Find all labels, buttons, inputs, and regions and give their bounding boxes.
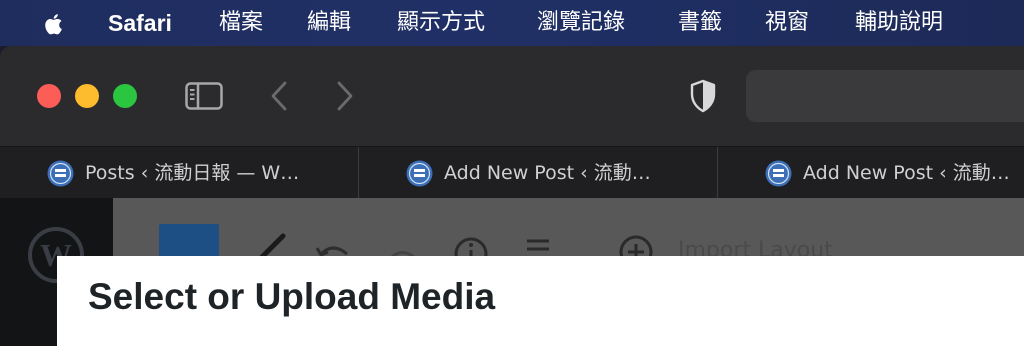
- close-window-button[interactable]: [37, 84, 61, 108]
- list-view-icon[interactable]: [523, 238, 553, 258]
- back-chevron-icon[interactable]: [268, 80, 290, 112]
- sidebar-icon[interactable]: [185, 82, 223, 110]
- maximize-window-button[interactable]: [113, 84, 137, 108]
- menu-bar: Safari 檔案 編輯 顯示方式 瀏覽記錄 書籤 視窗 輔助說明: [0, 0, 1024, 46]
- site-favicon-icon: [765, 160, 792, 187]
- media-modal: Select or Upload Media: [57, 256, 1024, 346]
- menu-view[interactable]: 顯示方式: [397, 0, 485, 46]
- menu-history[interactable]: 瀏覽記錄: [537, 0, 625, 46]
- tab-title: Add New Post ‹ 流動…: [444, 162, 651, 184]
- menu-window[interactable]: 視窗: [765, 0, 809, 46]
- minimize-window-button[interactable]: [75, 84, 99, 108]
- menu-bookmarks[interactable]: 書籤: [678, 0, 722, 46]
- site-favicon-icon: [47, 160, 74, 187]
- tab-title: Add New Post ‹ 流動…: [803, 162, 1010, 184]
- tab-add-new-post[interactable]: Add New Post ‹ 流動…: [358, 147, 717, 199]
- menu-help[interactable]: 輔助說明: [855, 0, 943, 46]
- tab-title: Posts ‹ 流動日報 — W…: [85, 162, 300, 184]
- privacy-shield-icon[interactable]: [689, 79, 717, 113]
- menu-file[interactable]: 檔案: [219, 0, 263, 46]
- tab-bar: Posts ‹ 流動日報 — W… Add New Post ‹ 流動… Add…: [0, 146, 1024, 199]
- address-bar[interactable]: [746, 70, 1024, 122]
- site-favicon-icon: [406, 160, 433, 187]
- modal-title: Select or Upload Media: [88, 276, 496, 317]
- tab-posts[interactable]: Posts ‹ 流動日報 — W…: [0, 147, 358, 199]
- tab-add-new-post-2[interactable]: Add New Post ‹ 流動…: [717, 147, 1024, 199]
- forward-chevron-icon[interactable]: [334, 80, 356, 112]
- menu-edit[interactable]: 編輯: [307, 0, 351, 46]
- browser-toolbar: [0, 46, 1024, 146]
- apple-logo-icon[interactable]: [40, 10, 68, 38]
- menu-app-name[interactable]: Safari: [108, 0, 172, 46]
